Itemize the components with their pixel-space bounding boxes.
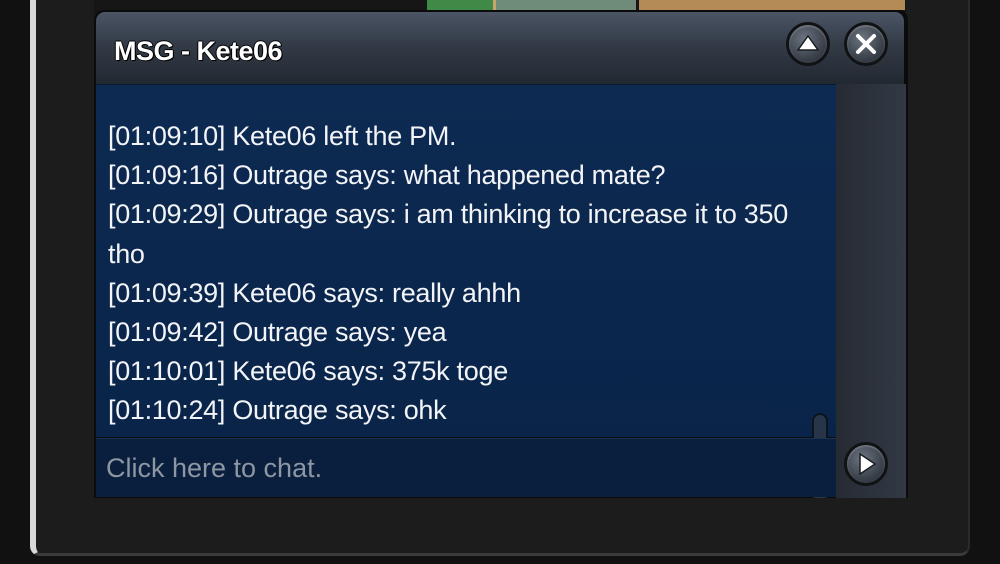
message-list: [01:09:10] Kete06 left the PM. [01:09:16… [108,117,808,431]
close-icon [856,34,876,54]
message-line: [01:09:39] Kete06 says: really ahhh [108,277,521,308]
chat-input[interactable] [106,449,806,487]
game-tile [639,0,905,10]
chevron-up-icon [796,34,820,51]
message-line: [01:10:24] Outrage says: ohk [108,395,447,426]
message-log[interactable]: [01:09:10] Kete06 left the PM. [01:09:16… [96,84,836,498]
message-line: [01:09:42] Outrage says: yea [108,317,447,348]
private-message-window: MSG - Kete06 [01:09:10] Kete06 left the … [94,10,908,498]
game-tile [427,0,496,10]
minimize-button[interactable] [786,22,830,66]
close-button[interactable] [844,22,888,66]
game-tile [496,0,636,10]
chat-input-bar [96,438,836,497]
side-panel [836,84,906,498]
message-line: [01:09:16] Outrage says: what happened m… [108,160,666,191]
message-line: [01:09:10] Kete06 left the PM. [108,121,457,151]
message-line: [01:10:01] Kete06 says: 375k toge [108,356,508,387]
send-button[interactable] [844,442,888,486]
title-bar[interactable]: MSG - Kete06 [96,12,904,84]
play-arrow-icon [859,452,877,476]
window-title: MSG - Kete06 [114,36,283,66]
message-line: [01:09:29] Outrage says: i am thinking t… [108,199,788,269]
